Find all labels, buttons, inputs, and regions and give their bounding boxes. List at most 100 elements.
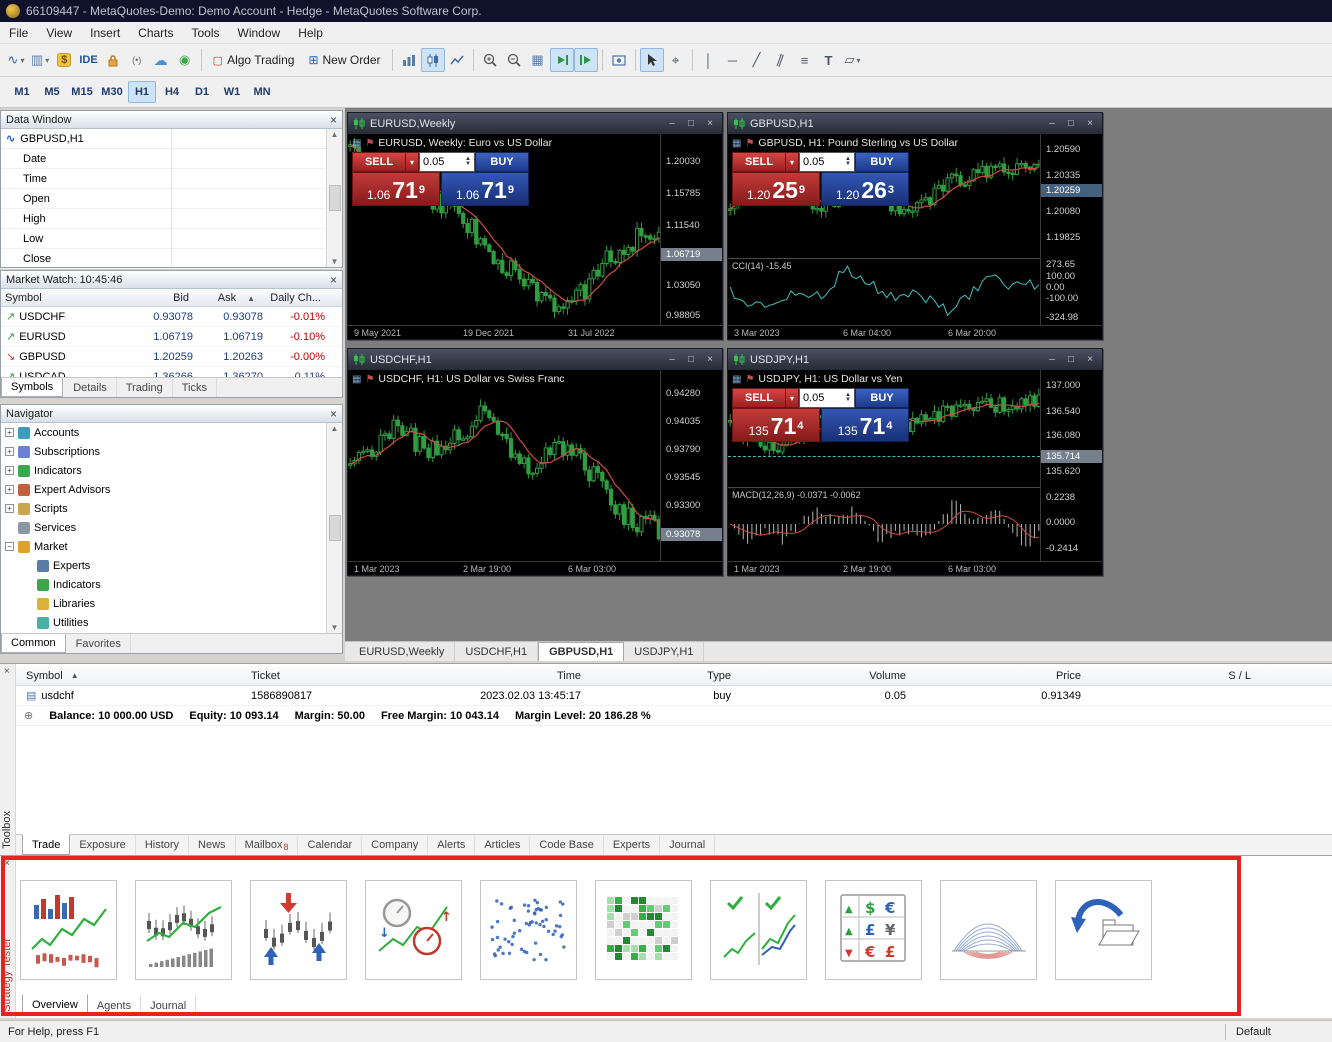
chart-tab-eurusd-weekly[interactable]: EURUSD,Weekly [349,642,455,661]
close-icon[interactable]: × [1083,118,1097,129]
buy-button[interactable]: BUY [475,152,529,172]
timeframe-m1[interactable]: M1 [8,81,36,103]
chart-type-icon[interactable]: ∿▾ [4,48,28,72]
lot-size-field[interactable]: 0.05▲▼ [799,388,855,408]
channel-tool-icon[interactable]: ∥ [769,48,793,72]
tile-windows-icon[interactable]: ▦ [526,48,550,72]
tab-trade[interactable]: Trade [22,834,70,855]
minimize-icon[interactable]: – [665,354,679,365]
zoom-out-icon[interactable] [502,48,526,72]
tab-alerts[interactable]: Alerts [428,835,475,855]
market-watch-row[interactable]: ↗USDCHF 0.93078 0.93078 -0.01% [1,307,342,327]
ide-button[interactable]: IDE [76,48,100,72]
tab-company[interactable]: Company [362,835,428,855]
sell-price[interactable]: 1.06719 [352,172,440,206]
tab-articles[interactable]: Articles [475,835,530,855]
shapes-tool-icon[interactable]: ▱▾ [841,48,865,72]
navigator-item-expert-advisors[interactable]: +Expert Advisors [1,480,342,499]
auto-scroll-icon[interactable] [550,48,574,72]
trade-position-row[interactable]: ▤usdchf 1586890817 2023.02.03 13:45:17 b… [16,686,1332,706]
chart-window-gbpusd-h1[interactable]: GBPUSD,H1 –□× ▦⚑GBPUSD, H1: Pound Sterli… [727,112,1103,340]
timeframe-w1[interactable]: W1 [218,81,246,103]
buy-button[interactable]: BUY [855,388,909,408]
text-tool-icon[interactable]: T [817,48,841,72]
sell-price[interactable]: 1.20259 [732,172,820,206]
tab-common[interactable]: Common [1,634,66,653]
buy-price[interactable]: 135714 [821,408,909,442]
close-icon[interactable]: × [330,273,337,287]
close-icon[interactable]: × [703,354,717,365]
navigator-item-scripts[interactable]: +Scripts [1,499,342,518]
expand-summary-icon[interactable]: ⊕ [24,709,33,722]
tab-agents[interactable]: Agents [88,995,141,1016]
menu-insert[interactable]: Insert [81,22,129,43]
padlock-icon[interactable] [101,48,125,72]
market-watch-row[interactable]: ↗EURUSD 1.06719 1.06719 -0.10% [1,327,342,347]
chart-window-usdchf-h1[interactable]: USDCHF,H1 –□× ▦⚑USDCHF, H1: US Dollar vs… [347,348,723,576]
navigator-item-market-utilities[interactable]: Utilities [1,613,342,632]
timeframe-mn[interactable]: MN [248,81,276,103]
tester-thumbnail[interactable]: ↓↑ [365,880,462,980]
chart-window-titlebar[interactable]: GBPUSD,H1 –□× [728,113,1102,134]
tester-thumbnail[interactable]: ▲$€▲£¥▼€£ [825,880,922,980]
tab-ticks[interactable]: Ticks [173,378,217,397]
menu-charts[interactable]: Charts [129,22,182,43]
navigator-item-market-libraries[interactable]: Libraries [1,594,342,613]
maximize-icon[interactable]: □ [684,118,698,129]
navigator-item-market[interactable]: −Market [1,537,342,556]
line-chart-icon[interactable] [445,48,469,72]
market-watch-dollar-icon[interactable]: $ [52,48,76,72]
tab-history[interactable]: History [136,835,189,855]
title-bar[interactable]: 66109447 - MetaQuotes-Demo: Demo Account… [0,0,1332,22]
sell-dropdown-icon[interactable]: ▾ [406,152,419,172]
chart-window-titlebar[interactable]: USDJPY,H1 –□× [728,349,1102,370]
scrollbar[interactable]: ▲▼ [326,423,342,633]
chart-window-eurusd-weekly[interactable]: EURUSD,Weekly –□× ▦⚑EURUSD, Weekly: Euro… [347,112,723,340]
chart-tab-usdjpy-h1[interactable]: USDJPY,H1 [624,642,704,661]
close-icon[interactable]: × [4,858,10,869]
timeframe-m30[interactable]: M30 [98,81,126,103]
close-icon[interactable]: × [330,407,337,421]
menu-window[interactable]: Window [229,22,290,43]
collapse-icon[interactable]: − [5,542,14,551]
tester-thumbnail[interactable] [710,880,807,980]
new-order-button[interactable]: ⊞New Order [301,48,387,72]
tab-trading[interactable]: Trading [117,378,173,397]
market-watch-row[interactable]: ↗USDCAD 1.36266 1.36270 0.11% [1,367,342,377]
vps-cloud-icon[interactable]: ☁ [149,48,173,72]
candle-chart-icon[interactable] [421,48,445,72]
tester-thumbnail[interactable] [1055,880,1152,980]
sell-price[interactable]: 135714 [732,408,820,442]
tab-tester-journal[interactable]: Journal [141,995,196,1016]
crosshair-icon[interactable]: ⌖ [664,48,688,72]
chart-tab-gbpusd-h1[interactable]: GBPUSD,H1 [538,642,624,661]
cursor-icon[interactable] [640,48,664,72]
fibonacci-tool-icon[interactable]: ≡ [793,48,817,72]
expand-icon[interactable]: + [5,466,14,475]
sell-dropdown-icon[interactable]: ▾ [786,152,799,172]
minimize-icon[interactable]: – [665,118,679,129]
profile-icon[interactable]: ▥▾ [28,48,52,72]
tab-details[interactable]: Details [64,378,117,397]
sell-button[interactable]: SELL [732,152,786,172]
zoom-in-icon[interactable] [478,48,502,72]
tester-thumbnail[interactable] [595,880,692,980]
visual-test-icon[interactable] [607,48,631,72]
algo-trading-button[interactable]: ▢Algo Trading [206,48,302,72]
strategy-tester-side-label[interactable]: Strategy Tester [1,938,13,1012]
market-watch-columns[interactable]: Symbol Bid Ask▲ Daily Ch... [1,289,342,307]
tab-symbols[interactable]: Symbols [1,378,63,397]
navigator-item-services[interactable]: +Services [1,518,342,537]
tab-overview[interactable]: Overview [22,994,88,1016]
menu-view[interactable]: View [37,22,81,43]
chart-window-titlebar[interactable]: USDCHF,H1 –□× [348,349,722,370]
chart-tab-usdchf-h1[interactable]: USDCHF,H1 [455,642,538,661]
buy-price[interactable]: 1.06719 [441,172,529,206]
tab-code-base[interactable]: Code Base [530,835,603,855]
tester-thumbnail[interactable] [250,880,347,980]
maximize-icon[interactable]: □ [1064,354,1078,365]
tester-thumbnail[interactable] [940,880,1037,980]
status-profile[interactable]: Default [1226,1026,1332,1038]
navigator-item-market-experts[interactable]: Experts [1,556,342,575]
bar-chart-icon[interactable] [397,48,421,72]
